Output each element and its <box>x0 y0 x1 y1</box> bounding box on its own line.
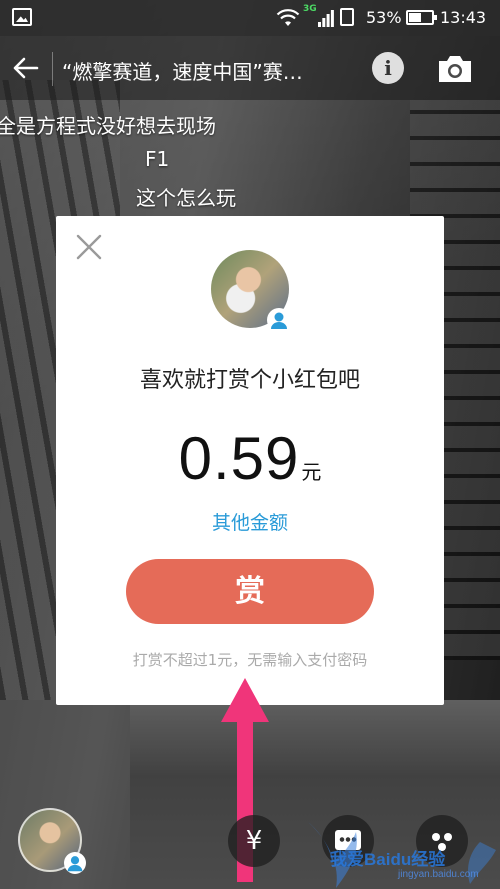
camera-button[interactable] <box>436 54 474 84</box>
close-button[interactable] <box>74 232 104 262</box>
battery-percent: 53% <box>366 8 402 27</box>
gallery-icon <box>12 8 32 26</box>
reward-dialog: 喜欢就打赏个小红包吧 0.59 元 其他金额 赏 打赏不超过1元，无需输入支付密码 <box>56 216 444 705</box>
user-icon <box>64 852 86 874</box>
reward-shortcut-button[interactable]: ¥ <box>228 815 280 867</box>
chat-comment: 这个怎么玩 <box>136 186 236 210</box>
signal-icon <box>318 10 334 27</box>
user-icon <box>267 308 291 332</box>
reward-button[interactable]: 赏 <box>126 559 374 624</box>
dialog-heading: 喜欢就打赏个小红包吧 <box>139 368 360 393</box>
clock: 13:43 <box>440 8 487 27</box>
arrow-left-icon <box>13 57 39 79</box>
title-divider <box>52 52 53 86</box>
watermark-text: 我爱Baidu经验 <box>330 850 446 869</box>
back-button[interactable] <box>6 48 46 88</box>
amount-value: 0.59 <box>178 425 300 492</box>
chat-comment: 全是方程式没好想去现场 <box>0 114 216 138</box>
sim-icon <box>340 8 354 26</box>
host-avatar <box>211 250 291 332</box>
info-button[interactable]: i <box>372 52 404 84</box>
page-title: “燃擎赛道，速度中国”赛… <box>62 60 303 84</box>
user-avatar[interactable] <box>18 808 86 874</box>
amount-unit: 元 <box>301 460 322 484</box>
battery-icon <box>406 10 437 25</box>
network-type-label: 3G <box>303 4 317 14</box>
dialog-note: 打赏不超过1元，无需输入支付密码 <box>132 651 368 669</box>
amount-display: 0.59 元 <box>56 424 444 493</box>
chat-comment: F1 <box>145 147 170 171</box>
wifi-icon <box>276 9 300 26</box>
watermark-subtext: jingyan.baidu.com <box>398 869 479 880</box>
status-bar: 3G 53% 13:43 <box>0 0 500 36</box>
title-bar: “燃擎赛道，速度中国”赛… i <box>0 36 500 100</box>
other-amount-link[interactable]: 其他金额 <box>56 508 444 535</box>
